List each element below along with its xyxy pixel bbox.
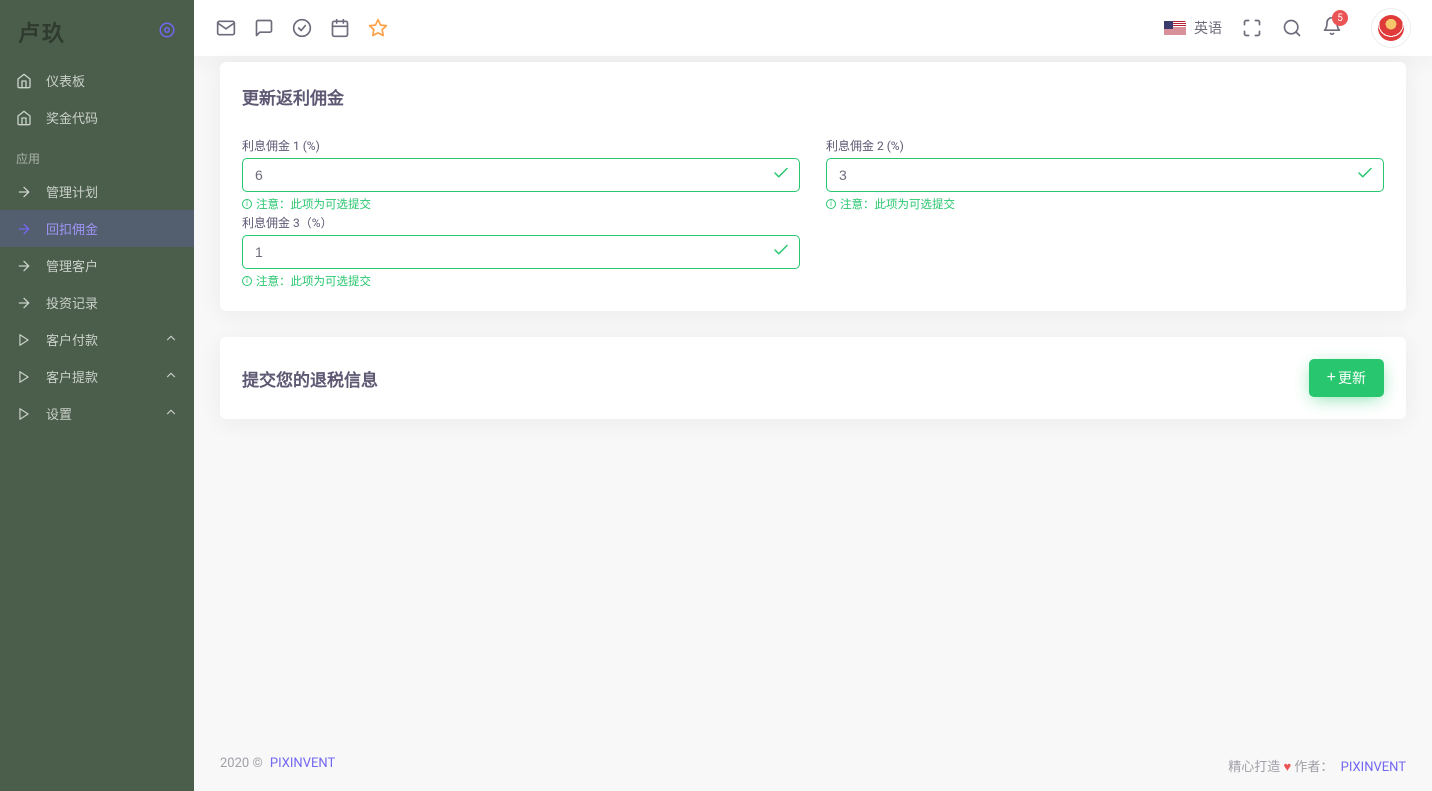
footer: 2020 © PIXINVENT 精心打造 ♥ 作者： PIXINVENT [194,740,1432,791]
nav-client-deposit[interactable]: 客户付款 [0,321,194,358]
search-icon[interactable] [1282,18,1302,38]
check-icon [772,164,790,186]
info-icon: i [242,276,252,286]
nav-bonus-code[interactable]: 奖金代码 [0,99,194,136]
sidebar-nav: 仪表板 奖金代码 应用 管理计划 回扣佣金 [0,56,194,432]
notifications-bell[interactable]: 5 [1322,16,1342,40]
brand-logo: 卢玖 [18,16,66,48]
user-menu[interactable] [1362,9,1410,47]
notifications-badge: 5 [1332,10,1348,26]
info-icon: i [826,199,836,209]
nav-label: 设置 [46,404,72,423]
commission-3-input[interactable] [242,235,800,269]
footer-author-link[interactable]: PIXINVENT [1341,760,1406,775]
field-label: 利息佣金 2 (%) [826,137,1384,154]
commission-1-input[interactable] [242,158,800,192]
avatar [1372,9,1410,47]
nav-label: 投资记录 [46,293,98,312]
plus-icon: + [1327,370,1336,386]
check-circle-icon[interactable] [292,18,312,38]
nav-label: 奖金代码 [46,108,98,127]
language-label: 英语 [1194,18,1222,38]
arrow-right-icon [16,295,32,311]
field-hint: i 注意：此项为可选提交 [242,273,800,289]
nav-label: 管理客户 [46,256,98,275]
target-icon[interactable] [158,21,176,43]
nav-dashboard[interactable]: 仪表板 [0,62,194,99]
footer-left: 2020 © PIXINVENT [220,756,335,775]
card-submit: 提交您的退税信息 +更新 [220,337,1406,419]
topbar: 英语 5 [194,0,1432,56]
heart-icon: ♥ [1283,760,1291,775]
nav-label: 回扣佣金 [46,219,98,238]
mail-icon[interactable] [216,18,236,38]
calendar-icon[interactable] [330,18,350,38]
card-title: 更新返利佣金 [242,84,1384,109]
nav-label: 客户提款 [46,367,98,386]
home-icon [16,73,32,89]
field-label: 利息佣金 1 (%) [242,137,800,154]
maximize-icon[interactable] [1242,18,1262,38]
sidebar: 卢玖 仪表板 奖金代码 应用 [0,0,194,791]
commission-2-input[interactable] [826,158,1384,192]
chat-icon[interactable] [254,18,274,38]
nav-rebate-commission[interactable]: 回扣佣金 [0,210,194,247]
check-icon [772,241,790,263]
star-icon[interactable] [368,18,388,38]
sidebar-header: 卢玖 [0,0,194,56]
footer-brand-link[interactable]: PIXINVENT [270,756,335,771]
nav-manage-plan[interactable]: 管理计划 [0,173,194,210]
language-switch[interactable]: 英语 [1164,18,1222,38]
nav-label: 客户付款 [46,330,98,349]
nav-section-apps: 应用 [0,136,194,173]
nav-client-withdraw[interactable]: 客户提款 [0,358,194,395]
arrow-right-icon [16,184,32,200]
check-icon [1356,164,1374,186]
card-update-rebate: 更新返利佣金 利息佣金 1 (%) i 注意：此项为可选提交 [220,62,1406,311]
home-icon [16,110,32,126]
card-title: 提交您的退税信息 [242,366,378,391]
play-icon [16,407,32,421]
play-icon [16,370,32,384]
footer-right: 精心打造 ♥ 作者： PIXINVENT [1228,756,1406,775]
update-button[interactable]: +更新 [1309,359,1384,397]
field-commission-1: 利息佣金 1 (%) i 注意：此项为可选提交 利息佣金 3（%） [242,137,800,289]
play-icon [16,333,32,347]
nav-label: 管理计划 [46,182,98,201]
field-hint: i 注意：此项为可选提交 [826,196,1384,212]
info-icon: i [242,199,252,209]
nav-settings[interactable]: 设置 [0,395,194,432]
field-commission-2: 利息佣金 2 (%) i 注意：此项为可选提交 [826,137,1384,289]
nav-label: 仪表板 [46,71,85,90]
field-hint: i 注意：此项为可选提交 [242,196,800,212]
nav-investment-record[interactable]: 投资记录 [0,284,194,321]
arrow-right-icon [16,258,32,274]
chevron-up-icon [164,368,178,386]
arrow-right-icon [16,221,32,237]
field-label: 利息佣金 3（%） [242,214,800,231]
chevron-up-icon [164,405,178,423]
flag-us-icon [1164,21,1186,36]
chevron-up-icon [164,331,178,349]
nav-manage-client[interactable]: 管理客户 [0,247,194,284]
